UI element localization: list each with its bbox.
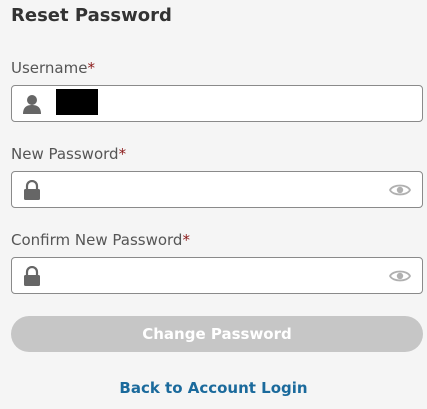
new-password-label: New Password* <box>11 145 126 163</box>
required-marker: * <box>182 231 190 249</box>
lock-icon <box>23 265 41 286</box>
lock-icon <box>23 179 41 200</box>
username-label: Username* <box>11 59 95 77</box>
confirm-password-label: Confirm New Password* <box>11 231 190 249</box>
user-icon <box>23 94 41 114</box>
required-marker: * <box>87 59 95 77</box>
required-marker: * <box>118 145 127 163</box>
back-to-login-link[interactable]: Back to Account Login <box>0 379 427 397</box>
new-password-field[interactable] <box>11 171 423 208</box>
confirm-password-label-text: Confirm New Password <box>11 231 183 249</box>
eye-icon[interactable] <box>388 268 412 284</box>
change-password-button[interactable]: Change Password <box>11 316 423 352</box>
confirm-password-field[interactable] <box>11 257 423 294</box>
page-title: Reset Password <box>11 5 172 26</box>
username-label-text: Username <box>11 59 88 77</box>
username-field[interactable] <box>11 85 423 122</box>
reset-password-form: Reset Password Username* New Password* C… <box>0 0 427 409</box>
eye-icon[interactable] <box>388 182 412 198</box>
new-password-label-text: New Password <box>11 145 119 163</box>
username-redacted-value <box>56 89 98 115</box>
